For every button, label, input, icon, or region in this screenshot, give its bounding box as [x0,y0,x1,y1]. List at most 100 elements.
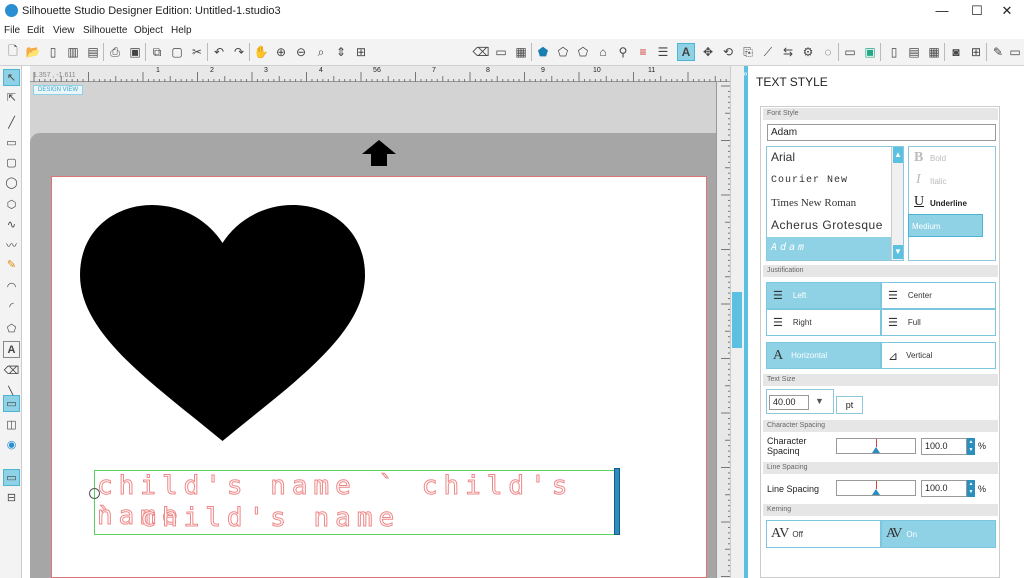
curve-tool-icon[interactable]: ∿ [3,216,20,233]
text-style-icon[interactable]: A [677,43,695,61]
menu-view[interactable]: View [53,25,75,36]
copy-icon[interactable]: ⧉ [148,43,166,61]
italic-icon[interactable]: I [916,172,921,188]
undo-icon[interactable]: ↶ [210,43,228,61]
library-page-icon[interactable]: ◫ [3,416,20,433]
zoom-select-icon[interactable]: ⌕ [312,43,330,61]
save-icon[interactable]: ▯ [44,43,62,61]
vertical-text-button[interactable]: ⊿ Vertical [881,342,996,369]
arc2-tool-icon[interactable]: ◜ [3,298,20,315]
transform-icon[interactable]: ✥ [699,43,717,61]
font-list-item[interactable]: Acherus Grotesque [771,218,883,232]
line-tool-icon[interactable]: ╱ [3,114,20,131]
freehand-tool-icon[interactable]: 〰 [3,236,20,253]
select-arrow-icon[interactable]: ↖ [3,69,20,86]
font-list-item[interactable]: Arial [771,150,795,164]
fit-page-icon[interactable]: ⊞ [352,43,370,61]
knife-icon[interactable]: ⟋ [759,43,777,61]
design-page-icon[interactable]: ▭ [3,395,20,412]
trace-icon[interactable]: ▣ [861,43,879,61]
point-edit-icon[interactable]: ⇱ [3,89,20,106]
menu-object[interactable]: Object [134,25,163,36]
pan-hand-icon[interactable]: ✋ [252,43,270,61]
eraser-tool-icon[interactable]: ⌫ [3,362,20,379]
rounded-rect-tool-icon[interactable]: ▢ [3,154,20,171]
mirror-icon[interactable]: ⇆ [779,43,797,61]
library-icon[interactable]: ▤ [84,43,102,61]
library-view-icon[interactable]: ▤ [905,43,923,61]
line-weight-icon[interactable]: ☰ [654,43,672,61]
polygon-tool-icon[interactable]: ⬡ [3,196,20,213]
minimize-button[interactable]: — [925,2,959,20]
tool-settings-icon[interactable]: ▭ [1006,43,1024,61]
arc-tool-icon[interactable]: ◠ [3,278,20,295]
font-list-item-selected[interactable]: Adam [771,242,807,253]
eraser-icon[interactable]: ⌫ [472,43,490,61]
new-file-icon[interactable]: 🗋 [4,43,22,61]
underline-label[interactable]: Underline [930,199,967,208]
char-spacing-stepper[interactable]: ▲ ▼ [967,438,975,455]
line-style-icon[interactable]: ⚲ [614,43,632,61]
text-size-unit[interactable]: pt [836,396,863,414]
underline-icon[interactable]: U [914,194,924,210]
modify-icon[interactable]: ⚙ [799,43,817,61]
menu-edit[interactable]: Edit [27,25,44,36]
justify-center-button[interactable]: ☰ Center [881,282,996,309]
line-spacing-slider[interactable] [836,480,916,496]
design-view-icon[interactable]: ▯ [885,43,903,61]
line-spacing-stepper[interactable]: ▲ ▼ [967,480,975,497]
send-settings-icon[interactable]: ⊞ [967,43,985,61]
save-as-icon[interactable]: ▥ [64,43,82,61]
menu-silhouette[interactable]: Silhouette [83,25,127,36]
menu-help[interactable]: Help [171,25,192,36]
pencil-tool-icon[interactable]: ✎ [3,256,20,273]
justify-full-button[interactable]: ☰ Full [881,309,996,336]
store-page-icon[interactable]: ◉ [3,436,20,453]
paste-icon[interactable]: ▢ [168,43,186,61]
scroll-down-icon[interactable]: ▼ [893,245,903,259]
print-icon[interactable]: ⎙ [106,43,124,61]
rectangle-tool-icon[interactable]: ▭ [3,134,20,151]
italic-label[interactable]: Italic [930,177,946,186]
single-panel-icon[interactable]: ▭ [3,469,20,486]
fill-gradient-icon[interactable]: ⬠ [554,43,572,61]
char-spacing-input[interactable]: 100.0 [921,438,967,455]
scrollbar-thumb[interactable] [732,292,742,348]
replicate-icon[interactable]: ⎘ [739,43,757,61]
fill-pattern-icon[interactable]: ⬠ [574,43,592,61]
maximize-button[interactable]: ☐ [960,2,994,20]
bold-label[interactable]: Bold [930,154,946,163]
rotate-icon[interactable]: ⟲ [719,43,737,61]
kerning-on-button[interactable]: AV On [881,520,996,548]
cut-icon[interactable]: ✂ [188,43,206,61]
redo-icon[interactable]: ↷ [230,43,248,61]
close-button[interactable]: ✕ [990,2,1024,20]
menu-file[interactable]: File [4,25,20,36]
line-spacing-input[interactable]: 100.0 [921,480,967,497]
zoom-out-icon[interactable]: ⊖ [292,43,310,61]
slider-thumb[interactable] [872,447,880,453]
store-view-icon[interactable]: ▦ [925,43,943,61]
font-list-item[interactable]: Times New Roman [771,197,856,209]
font-list-scrollbar[interactable]: ▲ ▼ [891,147,903,260]
slider-thumb[interactable] [872,489,880,495]
store-icon[interactable]: ▭ [841,43,859,61]
ellipse-tool-icon[interactable]: ◯ [3,174,20,191]
text-tool-icon[interactable]: A [3,341,20,358]
cut-settings-icon[interactable]: ✎ [989,43,1007,61]
collapse-chevron-icon[interactable]: » [743,69,747,78]
kerning-off-button[interactable]: AV Off [766,520,881,548]
font-list-item[interactable]: Courier New [771,175,848,186]
text-object[interactable]: child's name ` child's name ` child's na… [94,470,618,535]
fill-color-icon[interactable]: ⬟ [534,43,552,61]
zoom-drag-icon[interactable]: ⇕ [332,43,350,61]
zoom-in-icon[interactable]: ⊕ [272,43,290,61]
justify-left-button[interactable]: ☰ Left [766,282,881,309]
scroll-up-icon[interactable]: ▲ [893,147,903,163]
text-size-dropdown-icon[interactable]: ▼ [815,396,824,406]
line-width-icon[interactable]: ≡ [634,43,652,61]
shape-tool-icon[interactable]: ⬠ [3,320,20,337]
char-spacing-slider[interactable] [836,438,916,454]
open-file-icon[interactable]: 📂 [24,43,42,61]
split-panel-icon[interactable]: ⊟ [3,489,20,506]
